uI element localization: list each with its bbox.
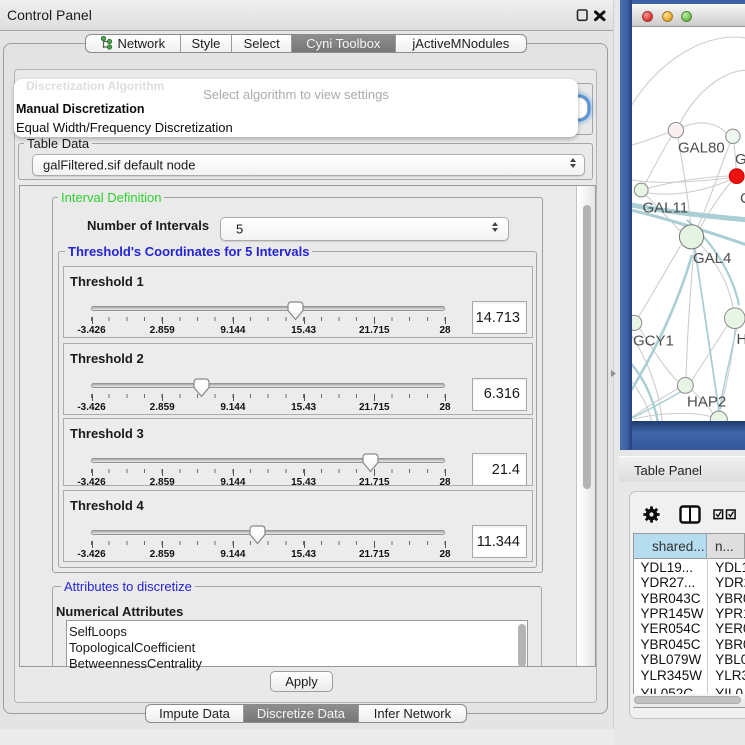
- svg-text:GAL80: GAL80: [678, 140, 725, 157]
- svg-text:C: C: [740, 190, 745, 207]
- svg-text:GAL4: GAL4: [693, 250, 731, 267]
- svg-text:GCY1: GCY1: [633, 333, 674, 350]
- svg-text:HAP2: HAP2: [687, 394, 726, 411]
- svg-text:H: H: [736, 331, 745, 348]
- svg-text:GAL11: GAL11: [642, 200, 688, 217]
- svg-text:G: G: [735, 151, 745, 168]
